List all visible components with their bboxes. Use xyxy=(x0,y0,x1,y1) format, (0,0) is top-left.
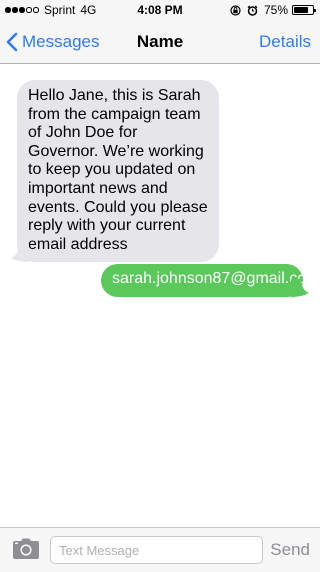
back-button-label: Messages xyxy=(22,32,100,51)
battery-icon xyxy=(292,5,316,15)
outgoing-bubble-tail xyxy=(291,278,309,297)
nav-bar: Messages Name Details xyxy=(0,20,320,64)
details-button[interactable]: Details xyxy=(259,20,311,64)
camera-icon xyxy=(13,538,39,559)
camera-button[interactable] xyxy=(12,538,40,560)
back-button[interactable]: Messages xyxy=(6,20,99,64)
outgoing-message-bubble[interactable]: sarah.johnson87@gmail.com. xyxy=(101,264,320,297)
incoming-bubble-tail xyxy=(11,244,29,263)
send-button[interactable]: Send xyxy=(270,528,310,572)
incoming-message-text: Hello Jane, this is Sarah from the campa… xyxy=(28,87,208,253)
status-bar: Sprint 4G 4:08 PM 75% xyxy=(0,0,320,20)
battery-level-fill xyxy=(294,7,308,13)
battery-nub xyxy=(314,8,316,12)
message-input-bar: Send xyxy=(0,527,320,572)
outgoing-message-text: sarah.johnson87@gmail.com. xyxy=(112,270,320,287)
rotation-lock-icon xyxy=(230,4,241,16)
chevron-left-icon xyxy=(6,32,18,52)
incoming-message-bubble[interactable]: Hello Jane, this is Sarah from the campa… xyxy=(11,80,219,263)
battery-percent: 75% xyxy=(263,3,288,17)
alarm-icon xyxy=(247,5,258,16)
status-right: 75% xyxy=(230,3,316,17)
message-text-field[interactable] xyxy=(50,536,263,564)
